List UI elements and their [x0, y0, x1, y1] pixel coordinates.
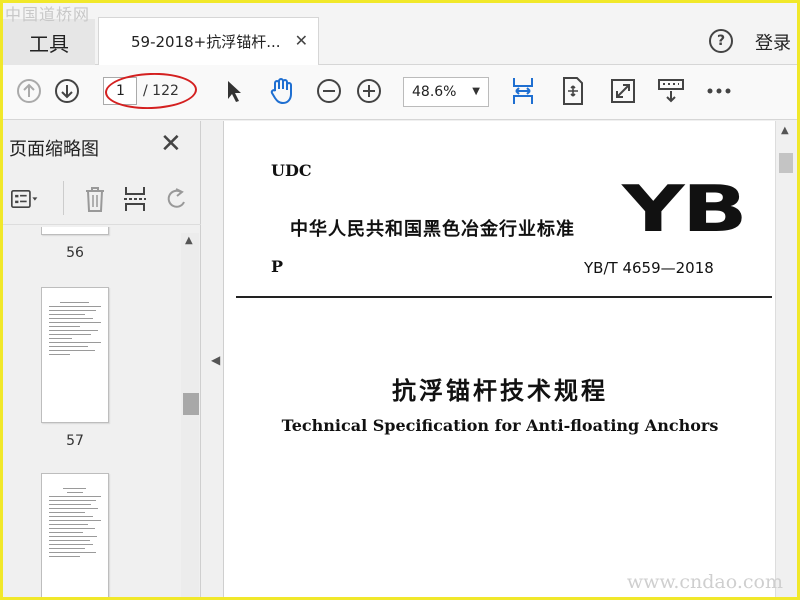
yb-logo: YB [622, 173, 748, 247]
tab-bar: 工具 59-2018+抗浮锚杆... ✕ ? 登录 [3, 3, 797, 65]
panel-toolbar [3, 175, 201, 225]
close-icon[interactable]: ✕ [160, 129, 182, 159]
full-screen-icon[interactable] [609, 77, 637, 105]
thumbnail-page[interactable] [41, 227, 109, 235]
thumbnail-scrollbar[interactable]: ▲ [181, 233, 199, 597]
thumbnail-page[interactable] [41, 473, 109, 597]
keyboard-icon[interactable] [657, 77, 685, 105]
title-chinese: 抗浮锚杆技术规程 [392, 377, 608, 405]
insert-page-icon[interactable] [121, 185, 149, 213]
select-arrow-icon[interactable] [219, 77, 247, 105]
document-page: UDC 中华人民共和国黑色冶金行业标准 YB P YB/T 4659—2018 … [223, 121, 775, 597]
login-button[interactable]: 登录 [755, 29, 791, 55]
thumbnail-page[interactable] [41, 287, 109, 423]
close-icon[interactable]: ✕ [295, 31, 308, 50]
next-page-icon[interactable] [53, 77, 81, 105]
watermark-bottom: www.cndao.com [626, 571, 783, 593]
thumbnail-label: 57 [66, 433, 84, 449]
thumbnail-label: 56 [66, 245, 84, 261]
app-window: 中国道桥网 工具 59-2018+抗浮锚杆... ✕ ? 登录 1 / 122 [0, 0, 800, 600]
collapse-panel-icon[interactable]: ◀ [211, 353, 220, 367]
rotate-icon[interactable] [163, 185, 191, 213]
udc-label: UDC [271, 161, 312, 180]
divider [236, 296, 772, 298]
thumbnail-options-icon[interactable] [11, 185, 39, 213]
document-scrollbar[interactable]: ▲ [775, 121, 795, 597]
trash-icon[interactable] [81, 185, 109, 213]
watermark-top: 中国道桥网 [5, 5, 91, 24]
more-options-icon[interactable] [705, 77, 733, 105]
chevron-down-icon: ▼ [472, 86, 480, 97]
thumbnail-list: 56 57 [3, 227, 179, 597]
fit-page-icon[interactable] [559, 77, 587, 105]
panel-title: 页面缩略图 [9, 139, 99, 160]
standard-name: 中华人民共和国黑色冶金行业标准 [290, 219, 575, 240]
toolbar: 1 / 122 48.6% ▼ [3, 65, 797, 120]
hand-tool-icon[interactable] [267, 77, 295, 105]
divider [63, 181, 64, 215]
scrollbar-thumb[interactable] [779, 153, 793, 173]
zoom-out-icon[interactable] [315, 77, 343, 105]
tools-tab[interactable]: 工具 [3, 19, 95, 65]
help-icon[interactable]: ? [709, 29, 733, 53]
chevron-up-icon[interactable]: ▲ [185, 235, 193, 246]
fit-width-icon[interactable] [509, 77, 537, 105]
previous-page-icon[interactable] [15, 77, 43, 105]
zoom-select[interactable]: 48.6% ▼ [403, 77, 489, 107]
zoom-value: 48.6% [412, 84, 457, 100]
thumbnails-panel: 页面缩略图 ✕ 56 57 ▲ [3, 121, 201, 597]
chevron-up-icon[interactable]: ▲ [781, 125, 789, 136]
document-tab-label: 59-2018+抗浮锚杆... [131, 33, 281, 51]
title-english: Technical Specification for Anti-floatin… [281, 416, 719, 435]
zoom-in-icon[interactable] [355, 77, 383, 105]
classification-label: P [271, 257, 284, 276]
document-tab[interactable]: 59-2018+抗浮锚杆... ✕ [98, 17, 319, 65]
standard-code: YB/T 4659—2018 [584, 259, 714, 277]
scrollbar-thumb[interactable] [183, 393, 199, 415]
